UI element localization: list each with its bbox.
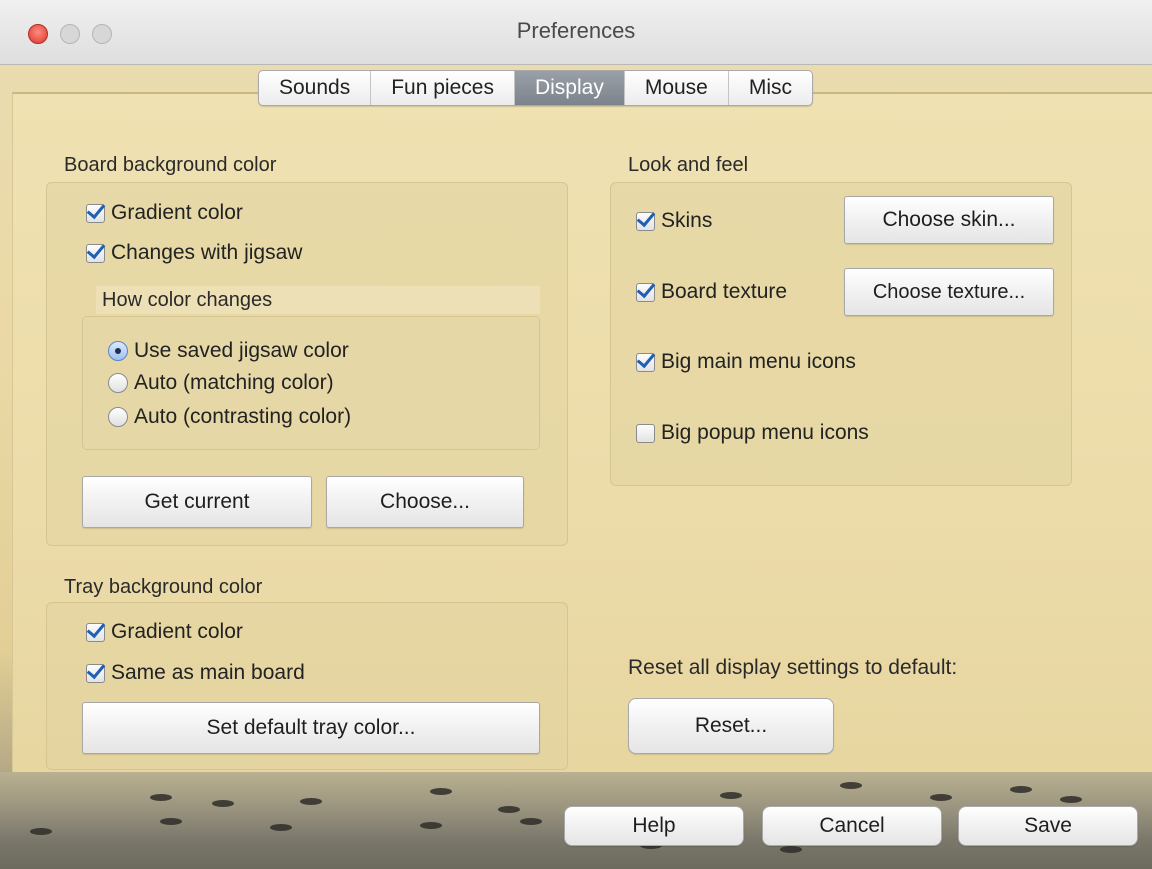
checkbox-checked-icon [86, 203, 105, 223]
get-current-button[interactable]: Get current [82, 476, 312, 528]
tab-fun-pieces[interactable]: Fun pieces [371, 71, 515, 105]
reset-description: Reset all display settings to default: [628, 656, 958, 679]
checkbox-checked-icon [636, 282, 655, 302]
big-main-menu-icons-label: Big main menu icons [661, 350, 856, 373]
choose-skin-button[interactable]: Choose skin... [844, 196, 1054, 244]
radio-use-saved-jigsaw-color[interactable]: Use saved jigsaw color [108, 339, 349, 363]
radio-unselected-icon [108, 373, 128, 393]
tab-mouse[interactable]: Mouse [625, 71, 729, 105]
radio-unselected-icon [108, 407, 128, 427]
big-popup-menu-icons-label: Big popup menu icons [661, 421, 869, 444]
cancel-button[interactable]: Cancel [762, 806, 942, 846]
board-gradient-checkbox[interactable]: Gradient color [86, 201, 243, 225]
choose-color-button[interactable]: Choose... [326, 476, 524, 528]
tray-bg-title: Tray background color [64, 576, 263, 598]
radio-auto-matching-color[interactable]: Auto (matching color) [108, 371, 334, 395]
title-bar[interactable]: Preferences [0, 0, 1152, 65]
choose-texture-button[interactable]: Choose texture... [844, 268, 1054, 316]
board-bg-title: Board background color [64, 154, 277, 176]
checkbox-checked-icon [636, 211, 655, 231]
changes-with-jigsaw-label: Changes with jigsaw [111, 241, 303, 264]
big-popup-menu-icons-checkbox[interactable]: Big popup menu icons [636, 421, 869, 445]
help-button[interactable]: Help [564, 806, 744, 846]
radio-label: Auto (matching color) [134, 371, 334, 394]
tab-misc[interactable]: Misc [729, 71, 812, 105]
tray-gradient-checkbox[interactable]: Gradient color [86, 620, 243, 644]
window-title: Preferences [516, 18, 636, 43]
skins-checkbox[interactable]: Skins [636, 209, 712, 233]
set-default-tray-color-button[interactable]: Set default tray color... [82, 702, 540, 754]
big-main-menu-icons-checkbox[interactable]: Big main menu icons [636, 350, 856, 374]
checkbox-checked-icon [86, 663, 105, 683]
reset-button[interactable]: Reset... [628, 698, 834, 754]
tray-gradient-label: Gradient color [111, 620, 243, 643]
tab-sounds[interactable]: Sounds [259, 71, 372, 105]
radio-label: Auto (contrasting color) [134, 405, 352, 428]
checkbox-checked-icon [86, 622, 105, 642]
tab-display[interactable]: Display [514, 71, 625, 105]
board-gradient-label: Gradient color [111, 201, 243, 224]
radio-label: Use saved jigsaw color [134, 339, 349, 362]
board-texture-checkbox[interactable]: Board texture [636, 280, 787, 304]
checkbox-checked-icon [86, 243, 105, 263]
save-button[interactable]: Save [958, 806, 1138, 846]
checkbox-checked-icon [636, 352, 655, 372]
checkbox-unchecked-icon [636, 423, 655, 443]
same-as-main-board-checkbox[interactable]: Same as main board [86, 661, 305, 685]
board-texture-label: Board texture [661, 280, 788, 303]
skins-label: Skins [661, 209, 713, 232]
look-and-feel-title: Look and feel [628, 154, 749, 176]
preferences-tabs: Sounds Fun pieces Display Mouse Misc [258, 70, 814, 106]
radio-auto-contrasting-color[interactable]: Auto (contrasting color) [108, 405, 351, 429]
preferences-window: Preferences Sounds Fun pieces Display Mo… [0, 0, 1152, 869]
changes-with-jigsaw-checkbox[interactable]: Changes with jigsaw [86, 241, 302, 265]
how-color-changes-title: How color changes [96, 286, 540, 314]
radio-selected-icon [108, 341, 128, 361]
same-as-main-board-label: Same as main board [111, 661, 305, 684]
